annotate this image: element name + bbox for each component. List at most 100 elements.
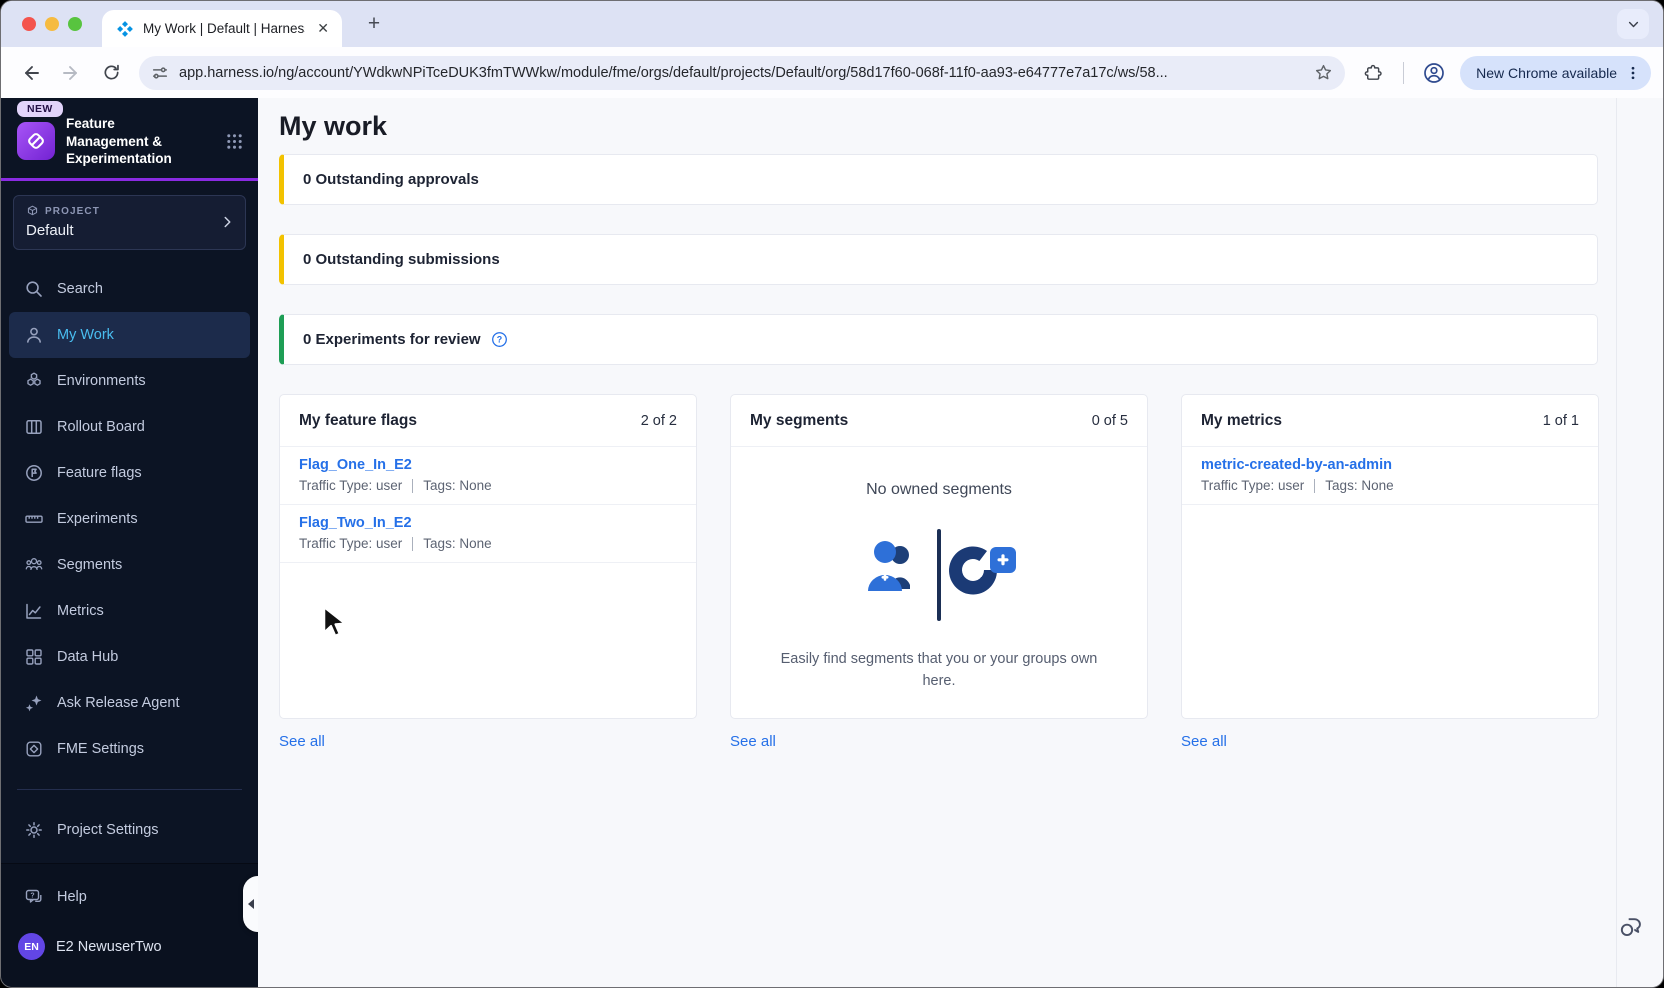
list-item: Flag_One_In_E2 Traffic Type: user Tags: … <box>280 447 696 505</box>
forward-button[interactable] <box>53 55 89 91</box>
chevron-right-icon <box>224 216 231 228</box>
sidebar-item-ask-release-agent[interactable]: Ask Release Agent <box>1 680 258 726</box>
sidebar-collapse-handle[interactable] <box>243 876 258 932</box>
module-title: Feature Management & Experimentation <box>66 116 172 167</box>
project-label: PROJECT <box>45 205 100 217</box>
list-item: metric-created-by-an-admin Traffic Type:… <box>1182 447 1598 505</box>
metric-link[interactable]: metric-created-by-an-admin <box>1201 457 1579 473</box>
new-badge: NEW <box>17 101 63 117</box>
user-menu[interactable]: EN E2 NewuserTwo <box>1 920 258 960</box>
site-info-icon[interactable] <box>151 64 169 82</box>
project-name: Default <box>26 221 74 239</box>
see-all-metrics-link[interactable]: See all <box>1181 733 1227 750</box>
page-title: My work <box>279 111 388 141</box>
card-title: My feature flags <box>299 411 418 429</box>
profile-icon <box>1424 62 1445 83</box>
browser-tab[interactable]: My Work | Default | Harness ✕ <box>102 10 342 47</box>
new-tab-button[interactable]: + <box>361 12 387 38</box>
empty-state: No owned segments Easily find segments t… <box>731 447 1147 718</box>
fme-settings-icon <box>26 741 42 757</box>
ruler-icon <box>25 515 43 523</box>
bookmark-star-icon[interactable] <box>1314 63 1333 82</box>
tags: Tags: None <box>423 478 492 493</box>
flag-link[interactable]: Flag_Two_In_E2 <box>299 515 677 531</box>
fme-module-icon <box>17 122 55 161</box>
sidebar-item-label: Experiments <box>57 510 138 527</box>
url-bar[interactable]: app.harness.io/ng/account/YWdkwNPiTceDUK… <box>139 55 1346 90</box>
module-switcher-button[interactable] <box>225 132 244 151</box>
sidebar-item-label: Search <box>57 280 103 297</box>
sidebar-item-help[interactable]: ? Help <box>1 874 258 920</box>
card-title: My metrics <box>1201 411 1282 429</box>
avatar: EN <box>18 933 45 960</box>
status-bar-label: 0 Outstanding submissions <box>303 251 500 268</box>
url-text[interactable]: app.harness.io/ng/account/YWdkwNPiTceDUK… <box>179 65 1304 81</box>
sidebar-item-environments[interactable]: Environments <box>1 358 258 404</box>
feedback-chat-icon[interactable] <box>1618 913 1645 940</box>
tab-close-icon[interactable]: ✕ <box>314 20 332 37</box>
see-all-feature-flags-link[interactable]: See all <box>279 733 325 750</box>
traffic-type: Traffic Type: user <box>1201 478 1305 493</box>
sidebar-item-metrics[interactable]: Metrics <box>1 588 258 634</box>
window-controls <box>22 17 82 31</box>
traffic-type: Traffic Type: user <box>299 536 403 551</box>
see-all-segments-link[interactable]: See all <box>730 733 776 750</box>
sidebar-item-label: Metrics <box>57 602 104 619</box>
sidebar-item-my-work[interactable]: My Work <box>9 311 250 358</box>
metrics-card: My metrics 1 of 1 metric-created-by-an-a… <box>1181 394 1599 719</box>
card-count: 2 of 2 <box>640 412 677 429</box>
profile-button[interactable] <box>1416 55 1452 91</box>
zoom-window-button[interactable] <box>68 17 82 31</box>
outstanding-approvals-bar[interactable]: 0 Outstanding approvals <box>279 154 1598 205</box>
sparkles-icon <box>25 695 42 712</box>
sidebar-divider <box>17 788 242 790</box>
sidebar-item-label: Project Settings <box>57 821 159 838</box>
people-icon <box>25 557 43 570</box>
sidebar: NEW Feature Management & Experimentation… <box>1 98 258 987</box>
sidebar-footer: ? Help EN E2 NewuserTwo <box>1 863 258 987</box>
chevron-down-icon <box>1628 21 1638 27</box>
sidebar-item-rollout-board[interactable]: Rollout Board <box>1 404 258 450</box>
module-header: NEW Feature Management & Experimentation <box>1 98 258 181</box>
harness-favicon <box>117 20 133 37</box>
card-title: My segments <box>750 411 849 429</box>
feature-flags-card: My feature flags 2 of 2 Flag_One_In_E2 T… <box>279 394 697 719</box>
close-window-button[interactable] <box>22 17 36 31</box>
sidebar-item-experiments[interactable]: Experiments <box>1 496 258 542</box>
scrollbar-gutter[interactable] <box>1616 98 1617 987</box>
browser-window: My Work | Default | Harness ✕ + app.harn… <box>0 0 1664 988</box>
sidebar-item-label: Help <box>57 889 87 905</box>
tags: Tags: None <box>423 536 492 551</box>
sidebar-item-feature-flags[interactable]: Feature flags <box>1 450 258 496</box>
collapse-arrow-icon <box>247 899 254 909</box>
status-bar-label: 0 Experiments for review <box>303 331 481 348</box>
sidebar-item-label: Rollout Board <box>57 418 145 435</box>
main-content: My work 0 Outstanding approvals 0 Outsta… <box>258 98 1663 987</box>
sidebar-nav: Search My Work Environments Rollout Boar… <box>1 266 258 772</box>
meta-divider <box>412 536 414 551</box>
extensions-button[interactable] <box>1355 55 1391 91</box>
sidebar-item-label: Segments <box>57 556 123 573</box>
back-button[interactable] <box>13 55 49 91</box>
chrome-update-label: New Chrome available <box>1476 64 1617 81</box>
user-name: E2 NewuserTwo <box>56 938 162 955</box>
gear-icon <box>26 821 42 838</box>
minimize-window-button[interactable] <box>45 17 59 31</box>
sidebar-item-data-hub[interactable]: Data Hub <box>1 634 258 680</box>
project-selector[interactable]: PROJECT Default <box>13 194 246 250</box>
chrome-update-button[interactable]: New Chrome available <box>1460 55 1651 90</box>
sidebar-item-fme-settings[interactable]: FME Settings <box>1 726 258 772</box>
environments-icon <box>27 372 41 386</box>
sidebar-item-search[interactable]: Search <box>1 266 258 312</box>
sidebar-item-label: Feature flags <box>57 464 142 481</box>
reload-button[interactable] <box>93 55 129 91</box>
outstanding-submissions-bar[interactable]: 0 Outstanding submissions <box>279 234 1598 285</box>
grid-dots-icon <box>227 134 242 149</box>
flag-link[interactable]: Flag_One_In_E2 <box>299 457 677 473</box>
sidebar-item-project-settings[interactable]: Project Settings <box>1 807 258 853</box>
sidebar-item-segments[interactable]: Segments <box>1 542 258 588</box>
tab-search-button[interactable] <box>1617 9 1649 39</box>
help-tooltip-icon[interactable]: ? <box>491 331 508 348</box>
kebab-menu-icon[interactable] <box>1625 65 1641 81</box>
experiments-for-review-bar[interactable]: 0 Experiments for review ? <box>279 314 1598 365</box>
